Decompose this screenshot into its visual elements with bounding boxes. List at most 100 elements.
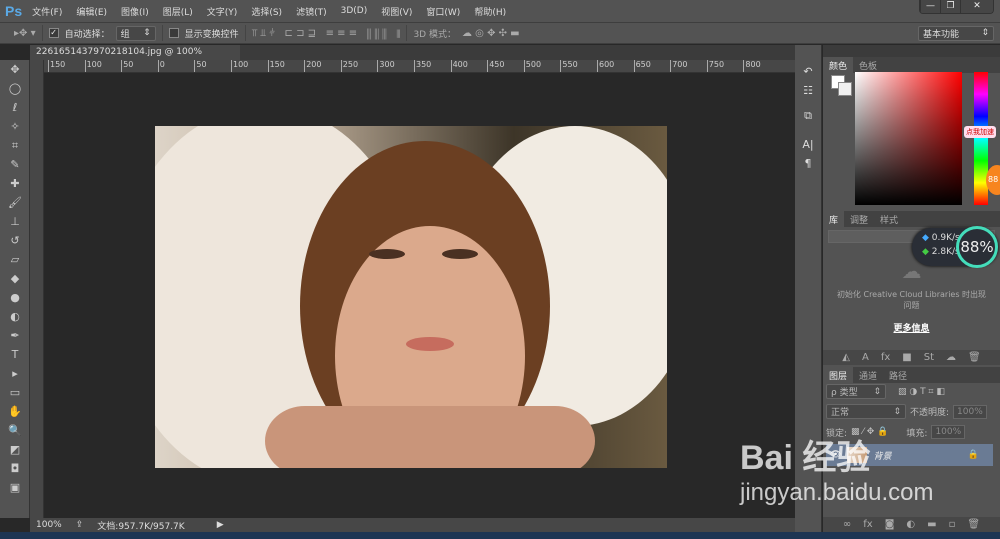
status-menu-arrow[interactable]: ▶ — [217, 520, 224, 530]
stock-icon[interactable]: St — [924, 352, 934, 363]
tab-styles[interactable]: 样式 — [874, 211, 904, 227]
menu-filter[interactable]: 滤镜(T) — [296, 5, 327, 18]
opacity-input[interactable]: 100% — [953, 405, 987, 419]
menu-bar: Ps 文件(F) 编辑(E) 图像(I) 图层(L) 文字(Y) 选择(S) 滤… — [0, 0, 1000, 22]
history-icon[interactable]: ↶ — [795, 65, 821, 84]
marquee-tool-icon[interactable]: ◯ — [0, 79, 30, 98]
sync-icon[interactable]: ☁ — [946, 352, 956, 363]
ruler-tick: 300 — [377, 60, 394, 73]
add-char-style-icon[interactable]: A — [862, 352, 869, 363]
screen-mode-icon[interactable]: ▣ — [0, 478, 30, 497]
path-select-icon[interactable]: ▸ — [0, 364, 30, 383]
type-tool-icon[interactable]: T — [0, 345, 30, 364]
menu-select[interactable]: 选择(S) — [251, 5, 282, 18]
hand-tool-icon[interactable]: ✋ — [0, 402, 30, 421]
mask-icon[interactable]: ◙ — [885, 519, 895, 530]
ruler-tick: 50 — [194, 60, 206, 73]
menu-type[interactable]: 文字(Y) — [207, 5, 238, 18]
new-layer-icon[interactable]: ▫ — [949, 519, 956, 530]
add-graphic-icon[interactable]: ◭ — [842, 352, 850, 363]
paragraph-icon[interactable]: ¶ — [795, 157, 821, 176]
healing-tool-icon[interactable]: ✚ — [0, 174, 30, 193]
ruler-tick: 650 — [634, 60, 651, 73]
brush-tool-icon[interactable]: 🖌 — [0, 193, 30, 212]
menu-help[interactable]: 帮助(H) — [474, 5, 506, 18]
quick-select-tool-icon[interactable]: ✧ — [0, 117, 30, 136]
character-icon[interactable]: A| — [795, 138, 821, 157]
taskbar — [0, 532, 1000, 539]
tab-adjustments[interactable]: 调整 — [844, 211, 874, 227]
color-picker-field[interactable] — [855, 72, 962, 205]
workspace-dropdown[interactable]: 基本功能⇕ — [918, 26, 994, 41]
delete-layer-icon[interactable]: 🗑 — [967, 519, 980, 530]
add-color-icon[interactable]: ■ — [902, 352, 911, 363]
menu-edit[interactable]: 编辑(E) — [76, 5, 107, 18]
layers-footer: ∞ fx ◙ ◐ ▬ ▫ 🗑 — [823, 517, 1000, 532]
eraser-tool-icon[interactable]: ▱ — [0, 250, 30, 269]
minimize-button[interactable]: — — [920, 0, 940, 13]
background-color[interactable] — [838, 82, 852, 96]
quick-mask-icon[interactable]: ◘ — [0, 459, 30, 478]
document-tab[interactable]: 2261651437970218104.jpg @ 100%(RGB/8#) × — [30, 45, 240, 60]
crop-tool-icon[interactable]: ⌗ — [0, 136, 30, 155]
layer-filter-dropdown[interactable]: ρ 类型⇕ — [826, 384, 886, 399]
stamp-tool-icon[interactable]: ⊥ — [0, 212, 30, 231]
tab-swatches[interactable]: 色板 — [853, 57, 883, 73]
dodge-tool-icon[interactable]: ◐ — [0, 307, 30, 326]
tab-color[interactable]: 颜色 — [823, 57, 853, 73]
canvas-photo[interactable] — [155, 126, 667, 468]
tab-channels[interactable]: 通道 — [853, 367, 883, 383]
pen-tool-icon[interactable]: ✒ — [0, 326, 30, 345]
tab-layers[interactable]: 图层 — [823, 367, 853, 383]
color-swatches-icon[interactable]: ◩ — [0, 440, 30, 459]
fx-icon[interactable]: fx — [863, 519, 872, 530]
brush-preset-icon[interactable]: ⧉ — [795, 109, 821, 128]
lasso-tool-icon[interactable]: ℓ — [0, 98, 30, 117]
share-icon[interactable]: ⇪ — [76, 520, 84, 530]
divider — [42, 25, 43, 41]
tab-paths[interactable]: 路径 — [883, 367, 913, 383]
history-brush-icon[interactable]: ↺ — [0, 231, 30, 250]
menu-view[interactable]: 视图(V) — [381, 5, 412, 18]
tab-library[interactable]: 库 — [823, 211, 844, 227]
auto-select-checkbox[interactable]: ✓ — [49, 28, 59, 38]
close-button[interactable]: ✕ — [960, 0, 993, 13]
zoom-tool-icon[interactable]: 🔍 — [0, 421, 30, 440]
blur-tool-icon[interactable]: ● — [0, 288, 30, 307]
divider — [245, 25, 246, 41]
layers-panel: 图层 通道 路径 — [823, 367, 1000, 383]
move-tool-icon[interactable]: ✥ — [0, 60, 30, 79]
menu-3d[interactable]: 3D(D) — [341, 6, 368, 16]
accelerate-badge[interactable]: 点我加速 — [964, 126, 996, 138]
doc-info: 文档:957.7K/957.7K — [97, 519, 184, 532]
menu-file[interactable]: 文件(F) — [32, 5, 62, 18]
ruler-tick: 600 — [597, 60, 614, 73]
paint-bucket-icon[interactable]: ◆ — [0, 269, 30, 288]
zoom-level[interactable]: 100% — [36, 520, 62, 530]
speed-gauge[interactable]: 88% — [956, 226, 998, 268]
more-info-link[interactable]: 更多信息 — [823, 321, 1000, 334]
move-tool-icon[interactable]: ▸✥ ▾ — [14, 28, 36, 39]
ruler-tick: 100 — [85, 60, 102, 73]
delete-icon[interactable]: 🗑 — [968, 352, 981, 363]
align-icons[interactable]: ⫪ ⫫ ⫩ ⊏ ⊐ ⊒ ≡ ≡ ≡ ⫼ ⫼ ⫼ ⫴ — [252, 28, 401, 39]
fill-input[interactable]: 100% — [931, 425, 965, 439]
group-icon[interactable]: ▬ — [927, 519, 936, 530]
menu-layer[interactable]: 图层(L) — [163, 5, 193, 18]
blend-mode-dropdown[interactable]: 正常⇕ — [826, 404, 906, 419]
eyedropper-tool-icon[interactable]: ✎ — [0, 155, 30, 174]
add-layer-style-icon[interactable]: fx — [881, 352, 890, 363]
menu-window[interactable]: 窗口(W) — [426, 5, 460, 18]
adjustment-icon[interactable]: ◐ — [906, 519, 915, 530]
ruler-tick: 750 — [707, 60, 724, 73]
show-transform-checkbox[interactable] — [169, 28, 179, 38]
link-icon[interactable]: ∞ — [843, 519, 851, 530]
properties-icon[interactable]: ☷ — [795, 84, 821, 103]
filter-icons[interactable]: ▨ ◑ T ⌗ ◧ — [898, 387, 945, 397]
menu-image[interactable]: 图像(I) — [121, 5, 149, 18]
restore-button[interactable]: ❐ — [940, 0, 960, 13]
3d-tools-icons[interactable]: ☁ ◎ ✥ ✣ ▬ — [462, 28, 520, 39]
workspace-value: 基本功能 — [923, 27, 959, 40]
auto-select-dropdown[interactable]: 组⇕ — [116, 26, 156, 41]
shape-tool-icon[interactable]: ▭ — [0, 383, 30, 402]
